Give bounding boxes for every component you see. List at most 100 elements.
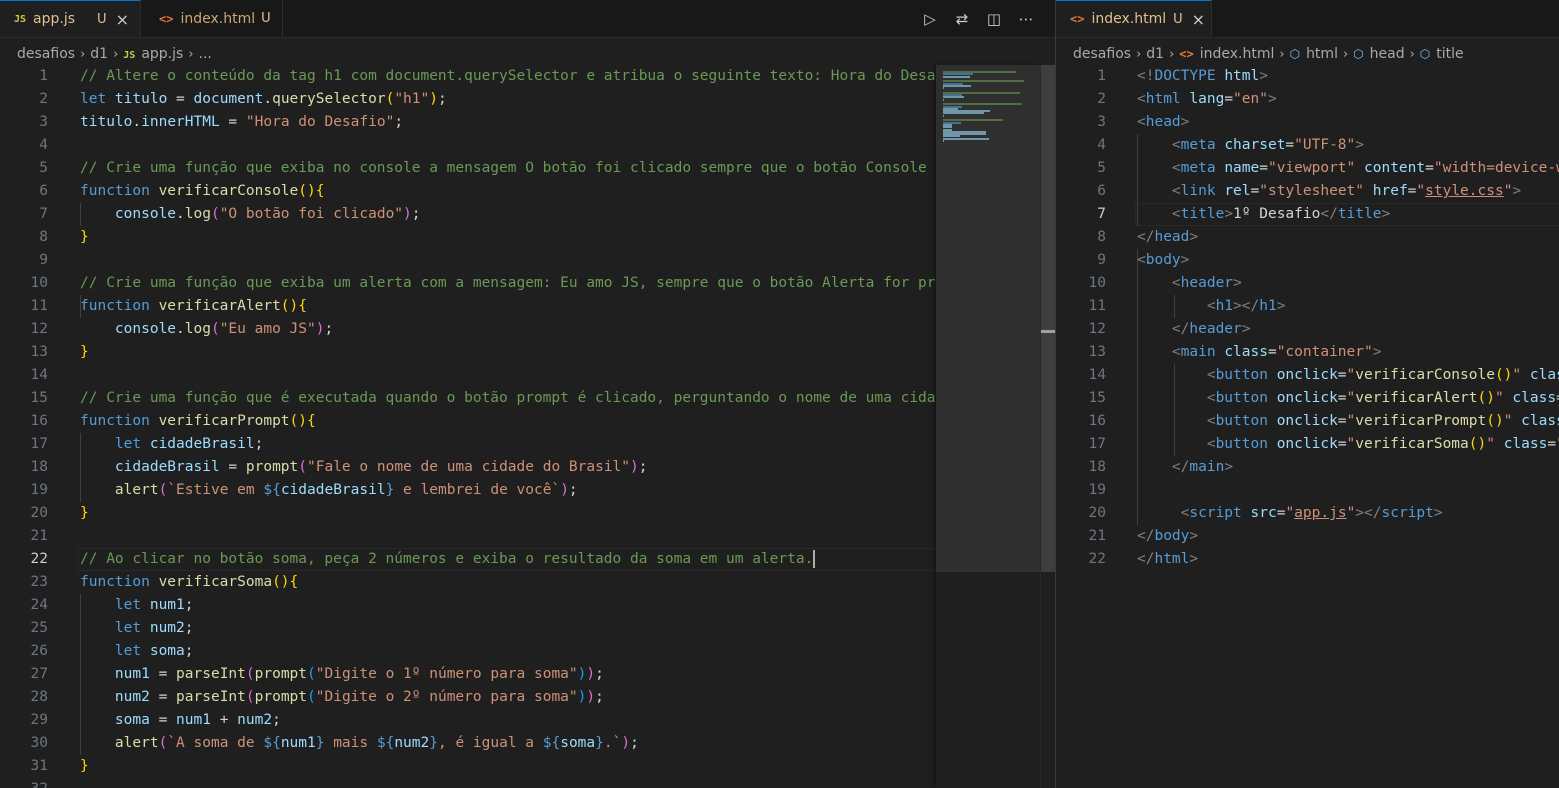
code-line[interactable]: 22 // Ao clicar no botão soma, peça 2 núm… (0, 548, 1055, 571)
code-token: main (1180, 344, 1225, 360)
code-line[interactable]: 26 let soma; (0, 640, 1055, 663)
code-line[interactable]: 15 // Crie uma função que é executada qua… (0, 387, 1055, 410)
close-icon[interactable]: × (116, 10, 129, 29)
code-token: "en" (1233, 91, 1268, 107)
code-line[interactable]: 5 // Crie uma função que exiba no console… (0, 157, 1055, 180)
code-line[interactable]: 3 titulo.innerHTML = "Hora do Desafio"; (0, 111, 1055, 134)
tab-index-html[interactable]: <> index.html U × (1056, 0, 1212, 37)
code-line[interactable]: 5 <meta name="viewport" content="width=d… (1056, 157, 1559, 180)
code-line[interactable]: 16 function verificarPrompt(){ (0, 410, 1055, 433)
breadcrumb-label: d1 (90, 46, 109, 62)
code-token: ; (595, 689, 604, 705)
code-token: let (80, 91, 115, 107)
code-line[interactable]: 14 (0, 364, 1055, 387)
breadcrumb-item[interactable]: ⬡ html (1290, 46, 1338, 62)
code-line[interactable]: 22 </html> (1056, 548, 1559, 571)
code-line[interactable]: 2 <html lang="en"> (1056, 88, 1559, 111)
breadcrumb-item[interactable]: desafios (1073, 46, 1131, 62)
code-line[interactable]: 20} (0, 502, 1055, 525)
tab-index-html[interactable]: <> index.html U (141, 0, 283, 37)
code-line[interactable]: 10 // Crie uma função que exiba um alerta… (0, 272, 1055, 295)
code-line[interactable]: 9 (0, 249, 1055, 272)
code-line[interactable]: 6 <link rel="stylesheet" href="style.css… (1056, 180, 1559, 203)
breadcrumb-item[interactable]: ⬡ head (1353, 46, 1404, 62)
tab-app-js[interactable]: JS app.js U × (0, 0, 141, 37)
breadcrumb-item[interactable]: d1 (90, 46, 108, 62)
split-editor-icon[interactable]: ◫ (984, 10, 1004, 28)
source-control-icon[interactable]: ⇄ (952, 10, 972, 28)
code-line[interactable]: 1 // Altere o conteúdo da tag h1 com docu… (0, 65, 1055, 88)
code-line[interactable]: 12 </header> (1056, 318, 1559, 341)
minimap[interactable] (936, 65, 1040, 788)
line-number: 21 (30, 528, 48, 544)
code-line[interactable]: 12 console.log("Eu amo JS"); (0, 318, 1055, 341)
code-token: ></ (1233, 298, 1260, 314)
code-line[interactable]: 2 let titulo = document.querySelector("h1… (0, 88, 1055, 111)
scrollbar-thumb[interactable] (1041, 65, 1055, 572)
code-line[interactable]: 15 <button onclick="verificarAlert()" cl… (1056, 387, 1559, 410)
code-line[interactable]: 16 <button onclick="verificarPrompt()" c… (1056, 410, 1559, 433)
code-line[interactable]: 19 (1056, 479, 1559, 502)
code-line[interactable]: 7 <title>1º Desafio</title> (1056, 203, 1559, 226)
code-text: </body> (1137, 525, 1198, 548)
code-line[interactable]: 17 <button onclick="verificarSoma()" cla… (1056, 433, 1559, 456)
code-line[interactable]: 8 </head> (1056, 226, 1559, 249)
vertical-scrollbar[interactable] (1040, 65, 1055, 788)
line-number: 6 (1097, 183, 1106, 199)
code-line[interactable]: 13} (0, 341, 1055, 364)
code-line[interactable]: 11 function verificarAlert(){ (0, 295, 1055, 318)
code-line[interactable]: 21 </body> (1056, 525, 1559, 548)
breadcrumb-item[interactable]: d1 (1146, 46, 1164, 62)
code-line[interactable]: 3 <head> (1056, 111, 1559, 134)
code-line[interactable]: 13 <main class="container"> (1056, 341, 1559, 364)
breadcrumb-item[interactable]: desafios (17, 46, 75, 62)
code-line[interactable]: 28 num2 = parseInt(prompt("Digite o 2º n… (0, 686, 1055, 709)
code-line[interactable]: 8} (0, 226, 1055, 249)
code-line[interactable]: 9 <body> (1056, 249, 1559, 272)
code-line[interactable]: 4 (0, 134, 1055, 157)
code-line[interactable]: 4 <meta charset="UTF-8"> (1056, 134, 1559, 157)
code-line[interactable]: 11 <h1></h1> (1056, 295, 1559, 318)
code-line[interactable]: 18 cidadeBrasil = prompt("Fale o nome de… (0, 456, 1055, 479)
code-line[interactable]: 30 alert(`A soma de ${num1} mais ${num2}… (0, 732, 1055, 755)
code-line[interactable]: 23 function verificarSoma(){ (0, 571, 1055, 594)
code-line[interactable]: 18 </main> (1056, 456, 1559, 479)
code-line[interactable]: 17 let cidadeBrasil; (0, 433, 1055, 456)
code-line[interactable]: 31} (0, 755, 1055, 778)
code-line[interactable]: 21 (0, 525, 1055, 548)
code-line[interactable]: 32 (0, 778, 1055, 788)
line-number: 4 (1097, 137, 1106, 153)
code-token: } (80, 344, 89, 360)
close-icon[interactable]: × (1192, 10, 1205, 29)
code-token: > (1180, 114, 1190, 130)
code-token: < (1206, 390, 1216, 406)
chevron-right-icon: › (1409, 46, 1415, 62)
minimap-code-line (943, 140, 944, 142)
code-token: cidadeBrasil (280, 482, 386, 498)
code-line[interactable]: 7 console.log("O botão foi clicado"); (0, 203, 1055, 226)
breadcrumb-item[interactable]: JS app.js (123, 46, 183, 62)
code-line[interactable]: 1 <!DOCTYPE html> (1056, 65, 1559, 88)
breadcrumb-item[interactable]: ⬡ title (1420, 46, 1464, 62)
code-line[interactable]: 20 <script src="app.js"></script> (1056, 502, 1559, 525)
breadcrumb-item[interactable]: <> index.html (1179, 46, 1274, 62)
code-line[interactable]: 27 num1 = parseInt(prompt("Digite o 1º n… (0, 663, 1055, 686)
minimap-slider[interactable] (936, 65, 1040, 572)
code-token: let (114, 620, 150, 636)
code-line[interactable]: 29 soma = num1 + num2; (0, 709, 1055, 732)
code-line[interactable]: 10 <header> (1056, 272, 1559, 295)
code-line[interactable]: 24 let num1; (0, 594, 1055, 617)
more-actions-icon[interactable]: ⋯ (1016, 10, 1036, 28)
code-token: = (219, 459, 246, 475)
code-token: ( (298, 459, 308, 475)
run-icon[interactable]: ▷ (920, 10, 940, 28)
code-line[interactable]: 19 alert(`Estive em ${cidadeBrasil} e le… (0, 479, 1055, 502)
line-number: 5 (39, 160, 48, 176)
code-line[interactable]: 14 <button onclick="verificarConsole()" … (1056, 364, 1559, 387)
breadcrumb-item[interactable]: ... (199, 46, 212, 62)
code-line[interactable]: 25 let num2; (0, 617, 1055, 640)
code-line[interactable]: 6 function verificarConsole(){ (0, 180, 1055, 203)
